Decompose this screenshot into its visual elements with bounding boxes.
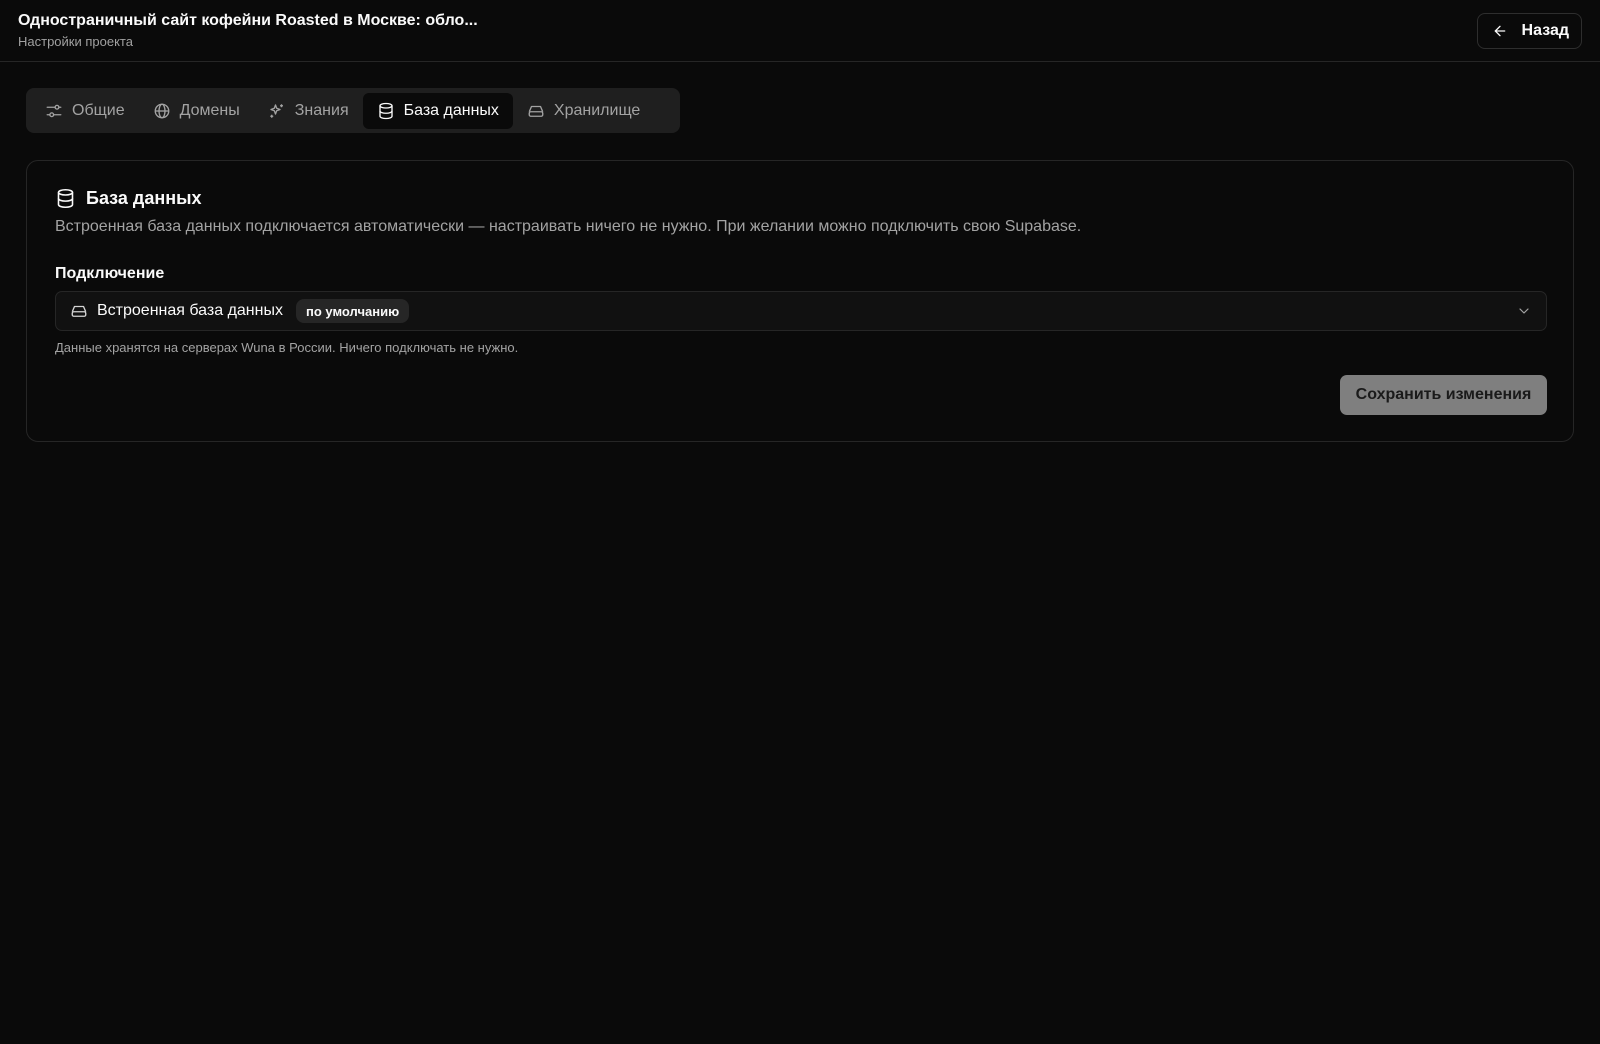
tab-storage-label: Хранилище <box>553 101 641 119</box>
default-badge: по умолчанию <box>295 299 410 323</box>
hard-drive-icon <box>71 305 87 317</box>
database-icon <box>57 188 74 209</box>
header-titles: Одностраничный сайт кофейни Roasted в Мо… <box>18 12 478 49</box>
connection-select[interactable]: Встроенная база данных по умолчанию <box>55 291 1547 331</box>
back-button[interactable]: Назад <box>1476 12 1582 49</box>
project-title: Одностраничный сайт кофейни Roasted в Мо… <box>18 12 478 29</box>
top-bar: Одностраничный сайт кофейни Roasted в Мо… <box>0 0 1600 62</box>
tab-general[interactable]: Общие <box>31 93 139 129</box>
sparkles-icon <box>270 103 283 118</box>
tab-general-label: Общие <box>72 101 125 119</box>
settings-tabs: Общие Домены Знания База данных Хранилищ… <box>26 88 680 133</box>
tab-knowledge-label: Знания <box>294 101 349 119</box>
connection-label: Подключение <box>55 265 165 282</box>
connection-hint: Данные хранятся на серверах Wuna в Росси… <box>55 340 519 355</box>
tab-domains-label: Домены <box>179 101 240 119</box>
tab-database-label: База данных <box>403 101 499 119</box>
database-icon <box>378 102 393 119</box>
database-settings-card: База данных Встроенная база данных подкл… <box>26 160 1574 442</box>
arrow-left-icon <box>1494 25 1505 36</box>
back-button-label: Назад <box>1521 21 1569 39</box>
card-title: База данных <box>55 188 201 209</box>
chevron-down-icon <box>1519 308 1529 314</box>
card-title-text: База данных <box>86 188 202 208</box>
tab-domains[interactable]: Домены <box>139 93 254 129</box>
globe-icon <box>154 103 170 118</box>
tab-database[interactable]: База данных <box>362 92 513 129</box>
card-description: Встроенная база данных подключается авто… <box>55 218 1082 235</box>
page-subtitle: Настройки проекта <box>18 34 133 49</box>
hard-drive-icon <box>528 105 544 117</box>
connection-select-value: Встроенная база данных <box>97 302 283 319</box>
sliders-icon <box>46 104 62 117</box>
tab-knowledge[interactable]: Знания <box>254 93 363 129</box>
tab-storage[interactable]: Хранилище <box>513 93 654 129</box>
save-changes-button[interactable]: Сохранить изменения <box>1340 375 1547 415</box>
